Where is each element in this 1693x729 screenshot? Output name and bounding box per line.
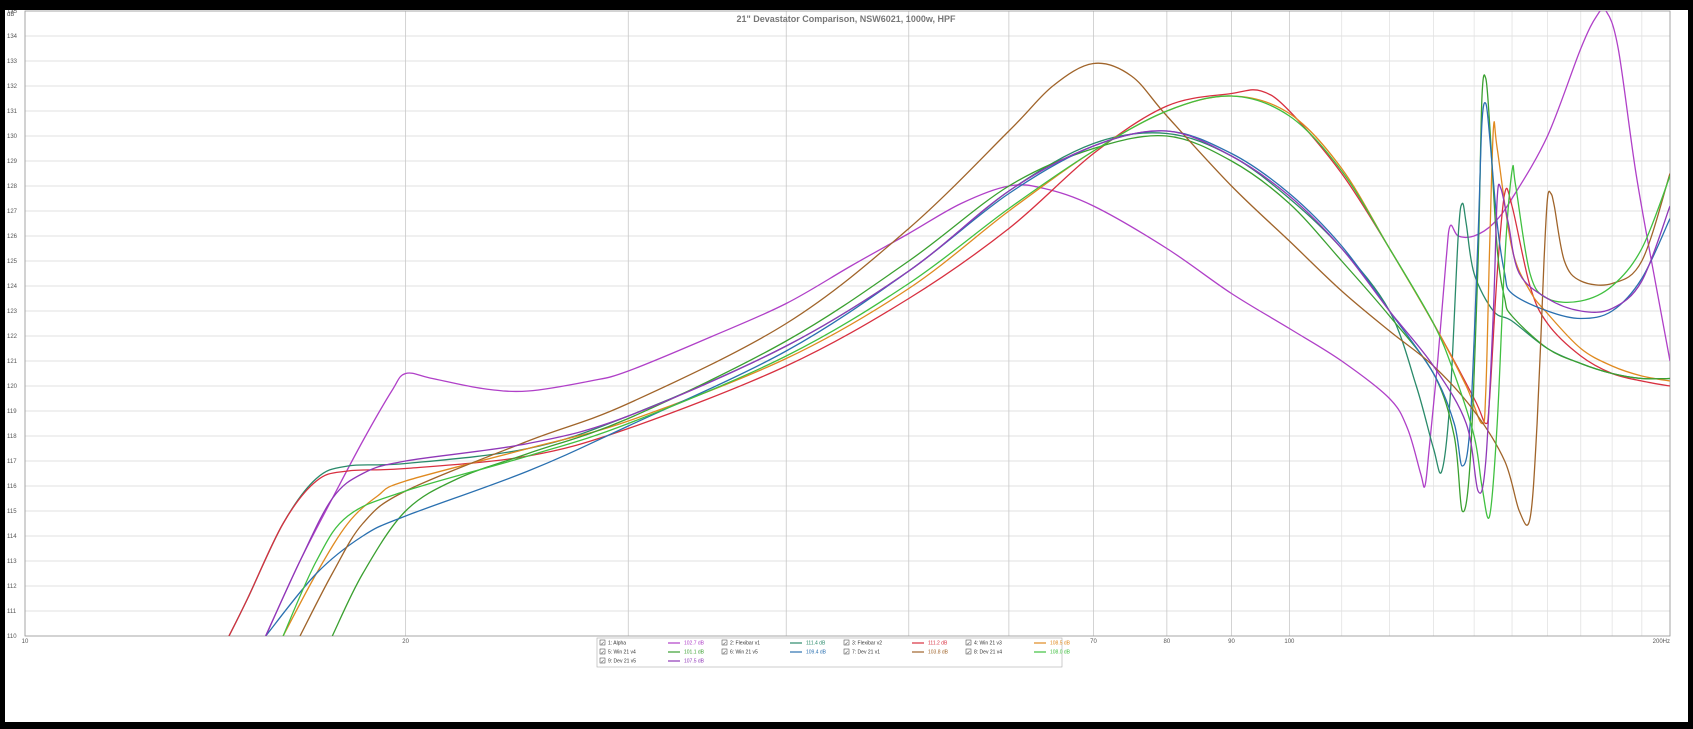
- series-line-1: [265, 11, 1670, 636]
- legend-value: 103.8 dB: [928, 650, 949, 656]
- checkmark-icon: ✓: [601, 641, 605, 647]
- legend-value: 102.7 dB: [684, 641, 705, 647]
- checkmark-icon: ✓: [601, 650, 605, 656]
- y-tick-label: 114: [7, 534, 17, 540]
- x-tick-label: 200Hz: [1653, 639, 1670, 645]
- y-tick-label: 116: [7, 484, 17, 490]
- series-line-5: [331, 74, 1670, 636]
- legend-series-name: 3: Flexibar v2: [852, 641, 882, 647]
- x-tick-label: 80: [1164, 639, 1171, 645]
- x-tick-label: 90: [1228, 639, 1235, 645]
- y-tick-label: 132: [7, 84, 18, 90]
- legend-series-name: 8: Dev 21 v4: [974, 650, 1002, 656]
- series-line-9: [265, 130, 1670, 636]
- x-tick-label: 20: [402, 639, 409, 645]
- chart-title: 21" Devastator Comparison, NSW6021, 1000…: [736, 14, 956, 24]
- y-tick-label: 129: [7, 159, 18, 165]
- series-line-2: [228, 132, 1670, 636]
- legend-value: 108.0 dB: [1050, 650, 1071, 656]
- y-tick-label: 113: [7, 559, 17, 565]
- y-tick-label: 134: [7, 34, 18, 40]
- legend-series-name: 7: Dev 21 v1: [852, 650, 880, 656]
- legend-value: 101.1 dB: [684, 650, 705, 656]
- checkmark-icon: ✓: [723, 650, 727, 656]
- x-tick-label: 100: [1284, 639, 1295, 645]
- checkmark-icon: ✓: [967, 641, 971, 647]
- legend-value: 108.5 dB: [1050, 641, 1071, 647]
- legend-series-name: 9: Dev 21 v5: [608, 659, 636, 665]
- plot-border: [24, 10, 1671, 637]
- y-tick-label: 131: [7, 109, 18, 115]
- legend-series-name: 2: Flexibar v1: [730, 641, 760, 647]
- y-tick-label: 126: [7, 234, 18, 240]
- legend-series-name: 1: Alpha: [608, 641, 626, 647]
- y-tick-label: 119: [7, 409, 17, 415]
- y-tick-label: 118: [7, 434, 17, 440]
- y-tick-label: 128: [7, 184, 18, 190]
- chart-canvas: 110 111 112 113 114 115 116 117 118 119 120 121 122 1…: [5, 10, 1688, 722]
- checkmark-icon: ✓: [967, 650, 971, 656]
- y-tick-label: 133: [7, 59, 18, 65]
- legend: ✓ 1: Alpha 102.7 dB ✓ 2: Flexibar v1 111.4 dB…: [596, 637, 1071, 668]
- legend-value: 111.4 dB: [806, 641, 826, 647]
- checkmark-icon: ✓: [845, 641, 849, 647]
- y-tick-label: 111: [7, 609, 17, 615]
- y-unit-label: dB: [7, 12, 14, 18]
- y-tick-label: 110: [7, 634, 17, 640]
- series-line-7: [299, 62, 1670, 636]
- legend-series-name: 6: Win 21 v5: [730, 650, 758, 656]
- legend-value: 111.2 dB: [928, 641, 948, 647]
- y-tick-label: 125: [7, 259, 18, 265]
- y-tick-label: 112: [7, 584, 17, 590]
- y-tick-label: 130: [7, 134, 18, 140]
- x-tick-label: 70: [1090, 639, 1097, 645]
- series-line-8: [282, 95, 1670, 636]
- y-tick-label: 123: [7, 309, 18, 315]
- y-tick-label: 115: [7, 509, 17, 515]
- y-tick-label: 122: [7, 334, 18, 340]
- series-line-3: [228, 89, 1670, 636]
- y-tick-label: 124: [7, 284, 18, 290]
- series-line-4: [282, 95, 1670, 636]
- grid: [24, 10, 1671, 637]
- y-tick-label: 121: [7, 359, 18, 365]
- checkmark-icon: ✓: [845, 650, 849, 656]
- checkmark-icon: ✓: [601, 659, 605, 665]
- checkmark-icon: ✓: [723, 641, 727, 647]
- curves: [228, 11, 1670, 636]
- y-tick-label: 127: [7, 209, 18, 215]
- frequency-response-chart: 110 111 112 113 114 115 116 117 118 119 120 121 122 1…: [7, 10, 1671, 668]
- legend-series-name: 4: Win 21 v3: [974, 641, 1002, 647]
- x-tick-label: 10: [22, 639, 29, 645]
- legend-series-name: 5: Win 21 v4: [608, 650, 636, 656]
- legend-value: 109.4 dB: [806, 650, 827, 656]
- legend-value: 107.5 dB: [684, 659, 705, 665]
- y-tick-label: 120: [7, 384, 18, 390]
- y-tick-label: 117: [7, 459, 17, 465]
